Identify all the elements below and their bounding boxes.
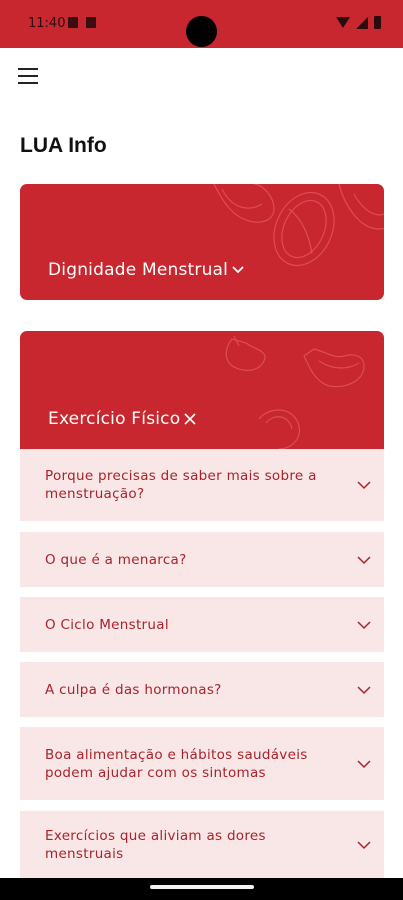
chevron-down-icon — [357, 620, 371, 629]
close-icon[interactable] — [183, 412, 197, 426]
chevron-down-icon — [357, 685, 371, 694]
signal-icon — [356, 16, 368, 29]
chevron-down-icon — [357, 555, 371, 564]
home-gesture-handle[interactable] — [150, 885, 254, 889]
section-card-dignidade-menstrual[interactable]: Dignidade Menstrual — [20, 184, 384, 300]
accordion-item[interactable]: O Ciclo Menstrual — [20, 597, 384, 652]
decorative-illustration — [225, 335, 365, 449]
system-navigation-bar — [0, 878, 403, 900]
accordion-item[interactable]: Boa alimentação e hábitos saudáveis pode… — [20, 727, 384, 800]
camera-cutout — [186, 16, 217, 47]
section-title: Exercício Físico — [48, 409, 181, 429]
accordion-item[interactable]: O que é a menarca? — [20, 532, 384, 587]
status-bar: 11:40 — [0, 0, 403, 48]
accordion-item-label: A culpa é das hormonas? — [45, 681, 222, 698]
decorative-illustration — [213, 184, 384, 267]
page-title: LUA Info — [20, 134, 107, 157]
accordion-item-label: O que é a menarca? — [45, 551, 187, 568]
accordion-item[interactable]: A culpa é das hormonas? — [20, 662, 384, 717]
accordion-item-label: Boa alimentação e hábitos saudáveis pode… — [45, 746, 308, 781]
sim-card-icon — [68, 17, 78, 28]
chevron-down-icon — [357, 840, 371, 849]
accordion-item-label: Porque precisas de saber mais sobre a me… — [45, 468, 317, 502]
accordion-item[interactable]: Exercícios que aliviam as dores menstrua… — [20, 811, 384, 878]
section-card-exercicio-fisico[interactable]: Exercício Físico — [20, 331, 384, 449]
section-header[interactable]: Exercício Físico — [48, 409, 197, 429]
accordion-item-label: O Ciclo Menstrual — [45, 616, 169, 633]
chevron-down-icon — [357, 481, 371, 490]
accordion-item-label: Exercícios que aliviam as dores menstrua… — [45, 827, 266, 862]
chevron-down-icon — [357, 759, 371, 768]
chevron-down-icon — [232, 266, 244, 274]
accordion-item[interactable]: Porque precisas de saber mais sobre a me… — [20, 449, 384, 521]
status-time: 11:40 — [28, 16, 66, 31]
section-header[interactable]: Dignidade Menstrual — [48, 260, 245, 280]
wifi-icon — [336, 17, 350, 28]
hamburger-menu-icon[interactable] — [18, 68, 38, 86]
battery-icon — [374, 16, 381, 29]
notification-icon — [86, 17, 96, 28]
section-title: Dignidade Menstrual — [48, 260, 229, 280]
